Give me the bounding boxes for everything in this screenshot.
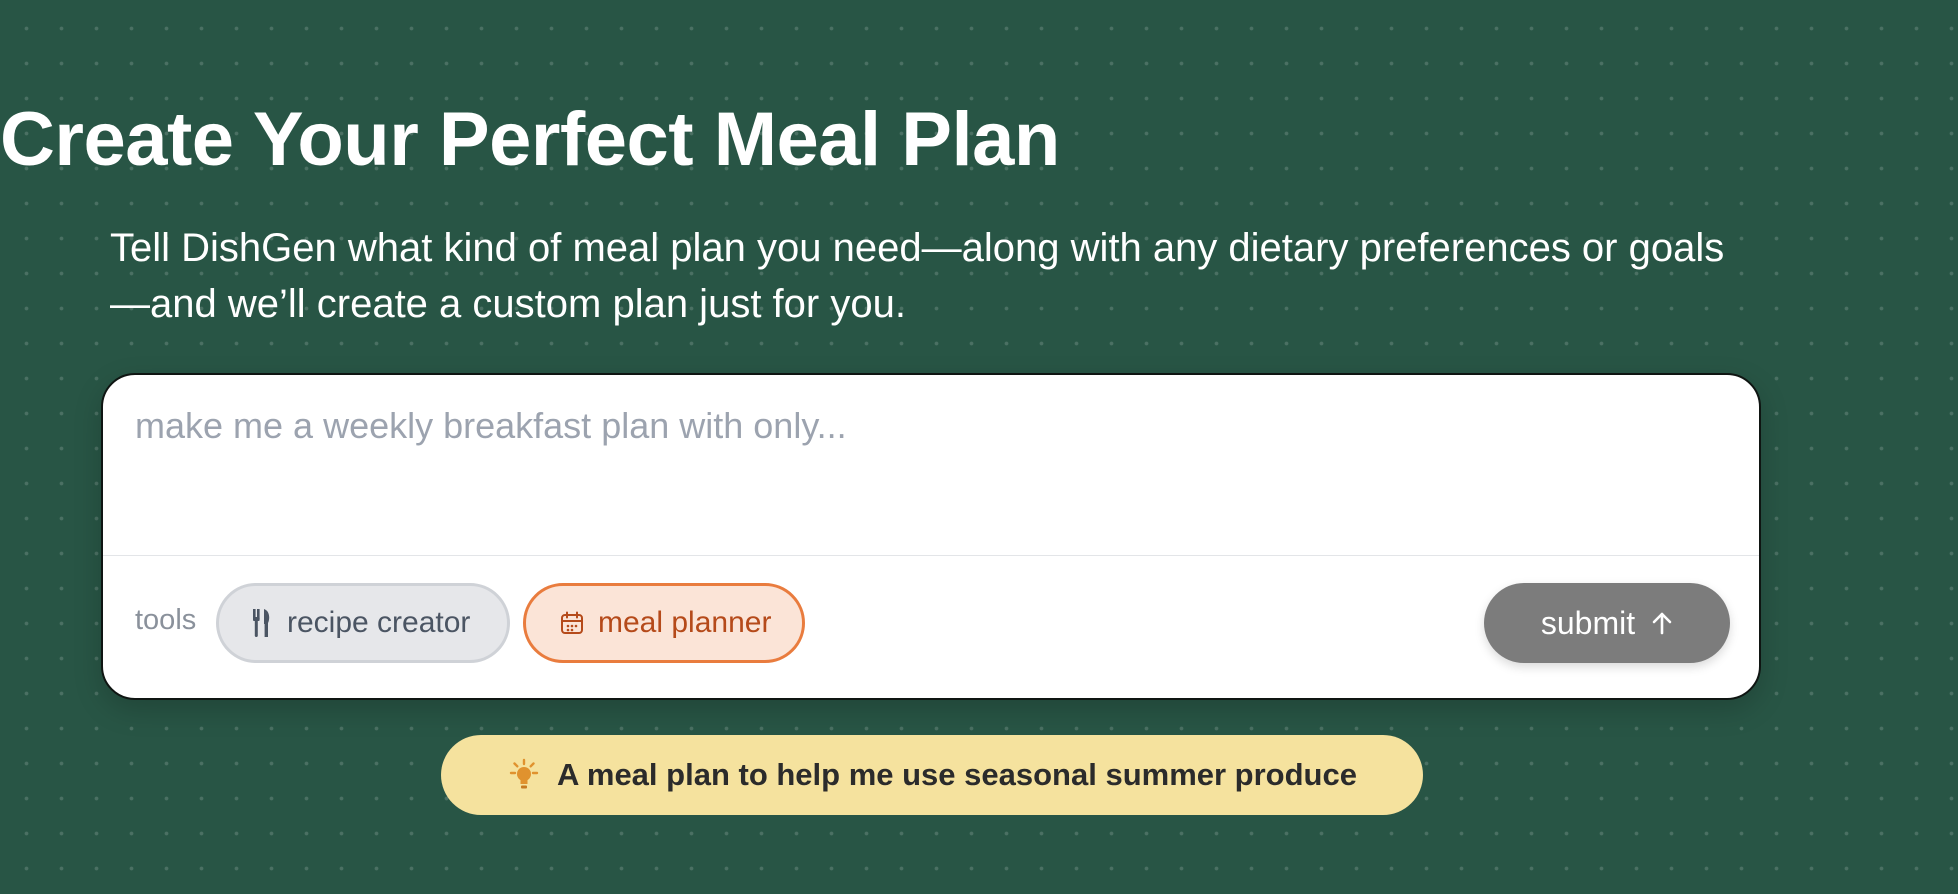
submit-label: submit <box>1540 604 1636 641</box>
suggestion-label: A meal plan to help me use seasonal summ… <box>557 757 1357 792</box>
page-subtitle: Tell DishGen what kind of meal plan you … <box>110 226 1725 326</box>
prompt-input[interactable] <box>103 375 1759 555</box>
tools-label: tools <box>135 604 197 636</box>
lightbulb-icon <box>507 758 541 792</box>
arrow-up-icon <box>1651 611 1673 635</box>
submit-button[interactable]: submit <box>1484 583 1730 663</box>
calendar-icon <box>560 611 584 635</box>
fork-knife-icon <box>253 609 273 637</box>
meal-planner-label: meal planner <box>598 606 772 639</box>
page-title: Create Your Perfect Meal Plan <box>0 97 1060 182</box>
recipe-creator-button[interactable]: recipe creator <box>216 583 510 663</box>
tools-row: tools recipe creator meal planner submit <box>103 556 1759 698</box>
recipe-creator-label: recipe creator <box>287 606 471 639</box>
prompt-card: tools recipe creator <box>101 373 1761 700</box>
meal-planner-button[interactable]: meal planner <box>523 583 805 663</box>
suggestion-chip[interactable]: A meal plan to help me use seasonal summ… <box>441 735 1423 815</box>
